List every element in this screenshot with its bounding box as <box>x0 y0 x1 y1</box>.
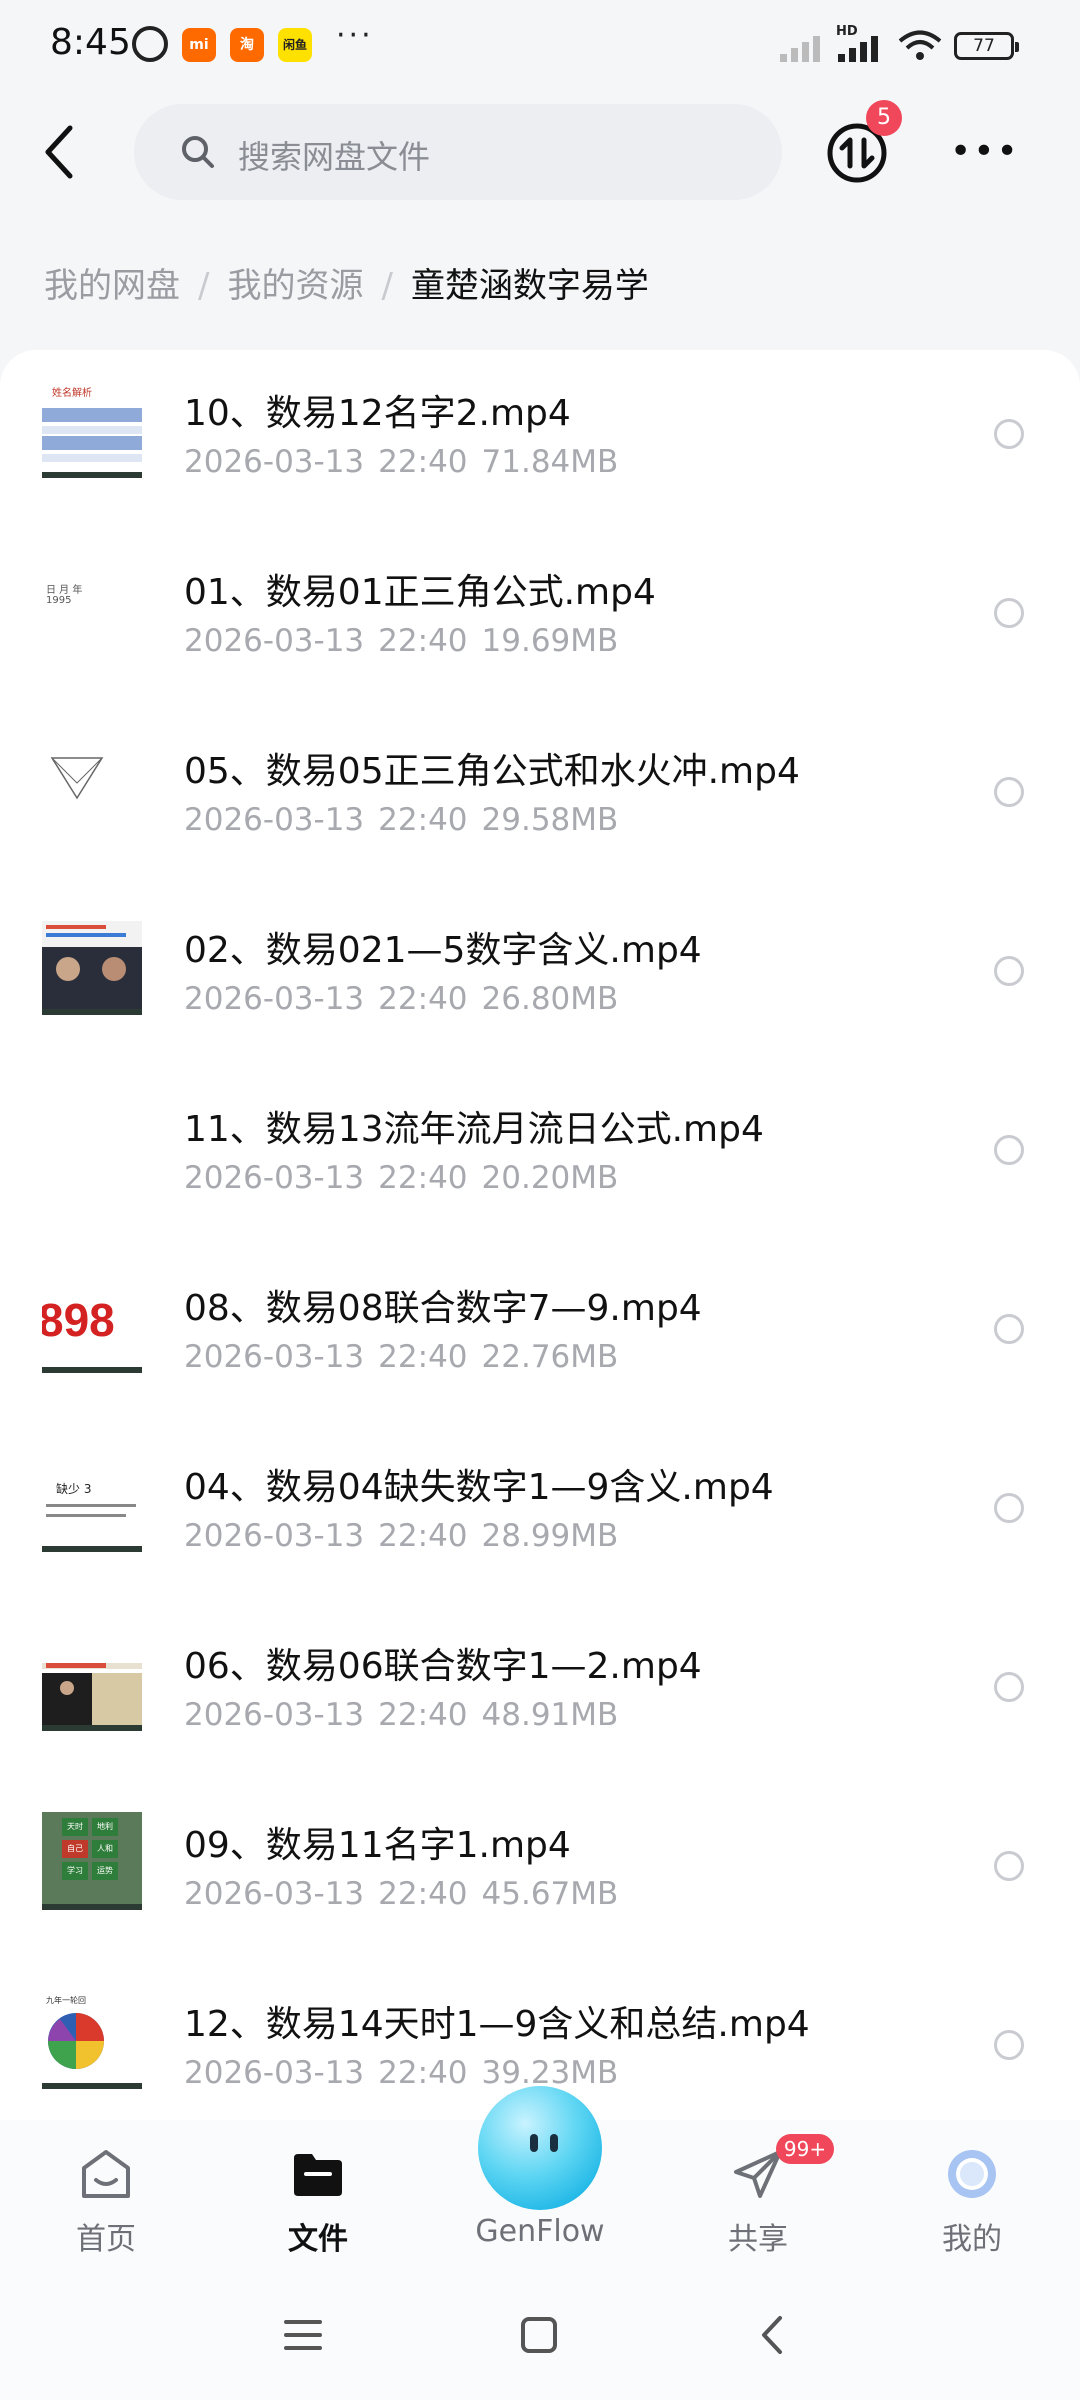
search-icon <box>182 136 214 168</box>
select-checkbox[interactable] <box>994 777 1024 807</box>
file-meta: 2026-03-13 22:40 39.23MB <box>184 2055 619 2091</box>
nav-files-label: 文件 <box>288 2222 348 2257</box>
video-thumbnail: 缺少 3 <box>42 1454 142 1552</box>
video-thumbnail <box>42 917 142 1015</box>
breadcrumb-item-current: 童楚涵数字易学 <box>410 266 649 306</box>
video-thumbnail: 九年一轮回 <box>42 1991 142 2089</box>
file-meta: 2026-03-13 22:40 26.80MB <box>184 981 619 1017</box>
file-row[interactable]: 缺少 3 04、数易04缺失数字1—9含义.mp4 2026-03-13 22:4… <box>0 1424 1080 1603</box>
status-bar: 8:45 mi 淘 闲鱼 ··· HD 77 <box>0 0 1080 92</box>
video-thumbnail: 姓名解析 <box>42 380 142 478</box>
taobao-app-icon: 淘 <box>230 28 264 62</box>
breadcrumb: 我的网盘 / 我的资源 / 童楚涵数字易学 <box>44 266 649 306</box>
battery-icon: 77 <box>954 32 1019 60</box>
search-input[interactable]: 搜索网盘文件 <box>134 104 782 200</box>
clock: 8:45 <box>50 22 131 63</box>
home-icon <box>82 2150 130 2198</box>
wifi-icon <box>898 30 942 60</box>
signal-icon-1 <box>780 32 834 62</box>
alarm-icon <box>132 26 168 62</box>
video-thumbnail <box>42 1096 142 1194</box>
nav-genflow-label: GenFlow <box>475 2214 605 2249</box>
select-checkbox[interactable] <box>994 1851 1024 1881</box>
file-meta: 2026-03-13 22:40 28.99MB <box>184 1518 619 1554</box>
file-name: 01、数易01正三角公式.mp4 <box>184 572 656 613</box>
file-name: 11、数易13流年流月流日公式.mp4 <box>184 1109 764 1150</box>
home-system-icon[interactable] <box>514 2310 564 2360</box>
video-thumbnail <box>42 738 142 836</box>
more-options-button[interactable]: ••• <box>950 130 1018 174</box>
nav-files[interactable]: 文件 <box>228 2120 408 2270</box>
nav-home-label: 首页 <box>76 2222 136 2257</box>
nav-share-label: 共享 <box>728 2222 788 2257</box>
file-row[interactable]: 02、数易021—5数字含义.mp4 2026-03-13 22:40 26.80M… <box>0 887 1080 1066</box>
xianyu-app-icon: 闲鱼 <box>278 28 312 62</box>
file-meta: 2026-03-13 22:40 71.84MB <box>184 444 619 480</box>
select-checkbox[interactable] <box>994 1135 1024 1165</box>
file-list: 姓名解析 10、数易12名字2.mp4 2026-03-13 22:40 71.84… <box>0 350 1080 2130</box>
select-checkbox[interactable] <box>994 2030 1024 2060</box>
nav-mine-label: 我的 <box>942 2222 1002 2257</box>
signal-icon-2 <box>838 32 892 62</box>
nav-mine[interactable]: 我的 <box>882 2120 1062 2270</box>
video-thumbnail <box>42 1633 142 1731</box>
file-name: 06、数易06联合数字1—2.mp4 <box>184 1646 702 1687</box>
back-button[interactable] <box>40 122 80 182</box>
select-checkbox[interactable] <box>994 1493 1024 1523</box>
search-placeholder: 搜索网盘文件 <box>238 138 431 176</box>
video-thumbnail: 898 <box>42 1275 142 1373</box>
nav-home[interactable]: 首页 <box>16 2120 196 2270</box>
select-checkbox[interactable] <box>994 598 1024 628</box>
avatar-icon <box>948 2150 996 2198</box>
file-name: 10、数易12名字2.mp4 <box>184 393 571 434</box>
file-row[interactable]: 11、数易13流年流月流日公式.mp4 2026-03-13 22:40 20.20… <box>0 1066 1080 1245</box>
file-row[interactable]: 日 月 年 1995 01、数易01正三角公式.mp4 2026-03-13 22… <box>0 529 1080 708</box>
file-row[interactable]: 姓名解析 10、数易12名字2.mp4 2026-03-13 22:40 71.84… <box>0 350 1080 529</box>
file-meta: 2026-03-13 22:40 20.20MB <box>184 1160 619 1196</box>
file-name: 12、数易14天时1—9含义和总结.mp4 <box>184 2004 810 2045</box>
recent-apps-icon[interactable] <box>278 2310 328 2360</box>
select-checkbox[interactable] <box>994 1672 1024 1702</box>
select-checkbox[interactable] <box>994 956 1024 986</box>
file-name: 05、数易05正三角公式和水火冲.mp4 <box>184 751 800 792</box>
file-meta: 2026-03-13 22:40 48.91MB <box>184 1697 619 1733</box>
file-meta: 2026-03-13 22:40 45.67MB <box>184 1876 619 1912</box>
file-meta: 2026-03-13 22:40 22.76MB <box>184 1339 619 1375</box>
file-name: 08、数易08联合数字7—9.mp4 <box>184 1288 702 1329</box>
file-row[interactable]: 898 08、数易08联合数字7—9.mp4 2026-03-13 22:40 22… <box>0 1245 1080 1424</box>
xiaomi-app-icon: mi <box>182 28 216 62</box>
file-name: 02、数易021—5数字含义.mp4 <box>184 930 702 971</box>
select-checkbox[interactable] <box>994 419 1024 449</box>
system-navigation-bar <box>0 2270 1080 2400</box>
file-meta: 2026-03-13 22:40 19.69MB <box>184 623 619 659</box>
transfer-count-badge: 5 <box>866 100 902 136</box>
breadcrumb-item-my-resources[interactable]: 我的资源 <box>227 266 363 306</box>
file-row[interactable]: 天时 地利 自己 人和 学习 运势 09、数易11名字1.mp4 2026-03… <box>0 1782 1080 1961</box>
video-thumbnail: 天时 地利 自己 人和 学习 运势 <box>42 1812 142 1910</box>
more-notifications-icon: ··· <box>336 18 374 53</box>
folder-icon <box>294 2154 342 2196</box>
file-name: 09、数易11名字1.mp4 <box>184 1825 571 1866</box>
genflow-orb-icon[interactable] <box>478 2086 602 2210</box>
breadcrumb-item-my-disk[interactable]: 我的网盘 <box>44 266 180 306</box>
file-meta: 2026-03-13 22:40 29.58MB <box>184 802 619 838</box>
file-name: 04、数易04缺失数字1—9含义.mp4 <box>184 1467 774 1508</box>
share-count-badge: 99+ <box>776 2134 834 2164</box>
back-system-icon[interactable] <box>748 2310 798 2360</box>
video-thumbnail: 日 月 年 1995 <box>42 559 142 657</box>
file-row[interactable]: 06、数易06联合数字1—2.mp4 2026-03-13 22:40 48.91M… <box>0 1603 1080 1782</box>
select-checkbox[interactable] <box>994 1314 1024 1344</box>
file-row[interactable]: 05、数易05正三角公式和水火冲.mp4 2026-03-13 22:40 29.5… <box>0 708 1080 887</box>
